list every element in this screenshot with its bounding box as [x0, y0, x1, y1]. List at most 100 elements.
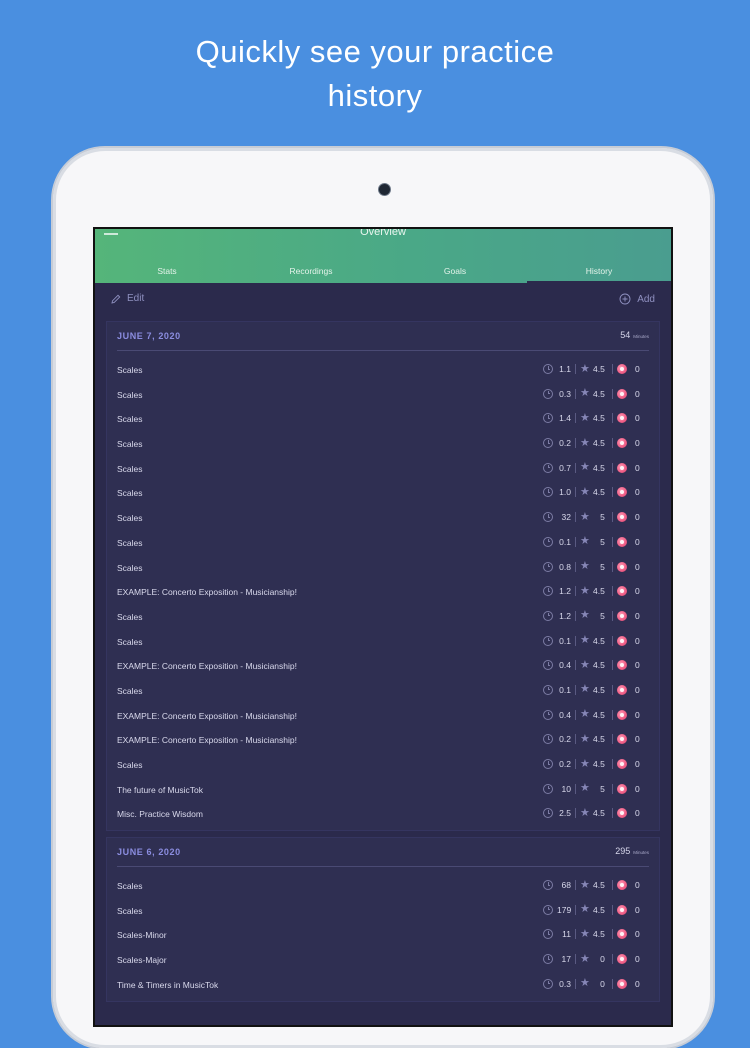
list-item[interactable]: Misc. Practice Wisdom 2.5 ★ 4.5 0	[117, 801, 649, 826]
list-item[interactable]: Scales 0.8 ★ 5 0	[117, 555, 649, 580]
item-metrics: 1.2 ★ 4.5 0	[523, 585, 647, 597]
list-item[interactable]: Scales 0.2 ★ 4.5 0	[117, 752, 649, 777]
item-rating-value: 4.5	[593, 734, 605, 745]
item-recordings-count: 0	[635, 734, 640, 745]
list-item[interactable]: Scales 0.3 ★ 4.5 0	[117, 382, 649, 407]
list-item[interactable]: Scales 68 ★ 4.5 0	[117, 873, 649, 898]
divider	[612, 978, 613, 989]
list-item[interactable]: Scales 32 ★ 5 0	[117, 505, 649, 530]
list-item[interactable]: Scales 0.2 ★ 4.5 0	[117, 431, 649, 456]
list-item[interactable]: Scales 179 ★ 4.5 0	[117, 898, 649, 923]
session-total: 295 Minutes	[615, 846, 649, 856]
star-icon: ★	[580, 634, 590, 647]
item-time: 0.1	[523, 684, 571, 695]
item-recordings-count: 0	[635, 413, 640, 424]
list-item[interactable]: The future of MusicTok 10 ★ 5 0	[117, 777, 649, 802]
tab-recordings[interactable]: Recordings	[239, 259, 383, 283]
list-item[interactable]: EXAMPLE: Concerto Exposition - Musicians…	[117, 703, 649, 728]
list-item[interactable]: EXAMPLE: Concerto Exposition - Musicians…	[117, 727, 649, 752]
recording-badge-icon	[617, 413, 627, 424]
tab-history[interactable]: History	[527, 259, 671, 283]
item-rating: ★ 4.5	[580, 486, 608, 498]
item-time: 0.2	[523, 438, 571, 449]
item-rating-value: 4.5	[593, 808, 605, 819]
list-item[interactable]: Scales 1.1 ★ 4.5 0	[117, 357, 649, 382]
list-item[interactable]: Scales 0.7 ★ 4.5 0	[117, 456, 649, 481]
item-time-value: 0.2	[559, 759, 571, 769]
edit-label: Edit	[127, 293, 145, 304]
recording-badge-icon	[617, 904, 627, 915]
item-metrics: 0.8 ★ 5 0	[523, 561, 647, 573]
tab-goals[interactable]: Goals	[383, 259, 527, 283]
tab-stats[interactable]: Stats	[95, 259, 239, 283]
list-item[interactable]: Scales-Minor 11 ★ 4.5 0	[117, 922, 649, 947]
list-item[interactable]: Scales 0.1 ★ 4.5 0	[117, 678, 649, 703]
list-item[interactable]: Scales 1.2 ★ 5 0	[117, 604, 649, 629]
list-item[interactable]: Scales 0.1 ★ 4.5 0	[117, 629, 649, 654]
list-item[interactable]: Scales 0.1 ★ 5 0	[117, 530, 649, 555]
item-recordings: 0	[617, 954, 647, 965]
star-icon: ★	[580, 927, 590, 940]
item-metrics: 32 ★ 5 0	[523, 511, 647, 523]
pencil-icon	[111, 294, 121, 304]
list-item[interactable]: EXAMPLE: Concerto Exposition - Musicians…	[117, 653, 649, 678]
item-time-value: 0.4	[559, 709, 571, 720]
list-item[interactable]: Scales 1.0 ★ 4.5 0	[117, 480, 649, 505]
item-rating-value: 5	[600, 512, 605, 523]
clock-icon	[543, 709, 553, 720]
recording-badge-icon	[617, 808, 627, 819]
item-rating: ★ 5	[580, 561, 608, 572]
item-recordings: 0	[617, 388, 647, 399]
item-time: 68	[523, 880, 571, 890]
recording-badge-icon	[617, 759, 627, 769]
recording-badge-icon	[617, 561, 627, 572]
item-name: Scales-Minor	[117, 930, 167, 941]
item-time-value: 1.0	[559, 487, 571, 498]
item-name: Scales	[117, 562, 143, 573]
item-recordings: 0	[617, 929, 647, 940]
item-metrics: 2.5 ★ 4.5 0	[523, 807, 647, 819]
list-item[interactable]: Scales 1.4 ★ 4.5 0	[117, 406, 649, 431]
clock-icon	[543, 904, 553, 915]
item-recordings: 0	[617, 438, 647, 449]
item-time-value: 0.4	[559, 660, 571, 671]
item-recordings-count: 0	[635, 586, 640, 597]
item-metrics: 179 ★ 4.5 0	[523, 904, 647, 916]
recording-badge-icon	[617, 610, 627, 621]
item-name: Time & Timers in MusicTok	[117, 979, 219, 990]
item-time-value: 68	[561, 880, 571, 890]
clock-icon	[543, 610, 553, 621]
divider	[612, 610, 613, 621]
item-time: 1.1	[523, 364, 571, 374]
item-rating: ★ 5	[580, 536, 608, 547]
item-name: Scales	[117, 611, 143, 622]
item-rating-value: 5	[600, 783, 605, 794]
item-recordings-count: 0	[635, 388, 640, 399]
edit-button[interactable]: Edit	[111, 293, 144, 304]
star-icon: ★	[580, 952, 590, 965]
star-icon: ★	[580, 584, 590, 597]
divider	[612, 660, 613, 671]
item-rating-value: 4.5	[593, 388, 605, 399]
clock-icon	[543, 635, 553, 646]
item-rating-value: 4.5	[593, 759, 605, 769]
item-rating: ★ 0	[580, 978, 608, 989]
item-time: 10	[523, 783, 571, 794]
divider	[575, 413, 576, 424]
item-time: 11	[523, 929, 571, 940]
recording-badge-icon	[617, 512, 627, 523]
add-button[interactable]: Add	[619, 293, 655, 305]
list-item[interactable]: Scales-Major 17 ★ 0 0	[117, 947, 649, 972]
recording-badge-icon	[617, 635, 627, 646]
item-time-value: 1.1	[559, 364, 571, 374]
item-metrics: 11 ★ 4.5 0	[523, 928, 647, 940]
divider	[612, 684, 613, 695]
item-recordings: 0	[617, 561, 647, 572]
divider	[612, 364, 613, 374]
clock-icon	[543, 462, 553, 473]
divider	[575, 438, 576, 449]
clock-icon	[543, 413, 553, 424]
list-item[interactable]: EXAMPLE: Concerto Exposition - Musicians…	[117, 579, 649, 604]
item-name: The future of MusicTok	[117, 784, 203, 795]
list-item[interactable]: Time & Timers in MusicTok 0.3 ★ 0 0	[117, 972, 649, 997]
